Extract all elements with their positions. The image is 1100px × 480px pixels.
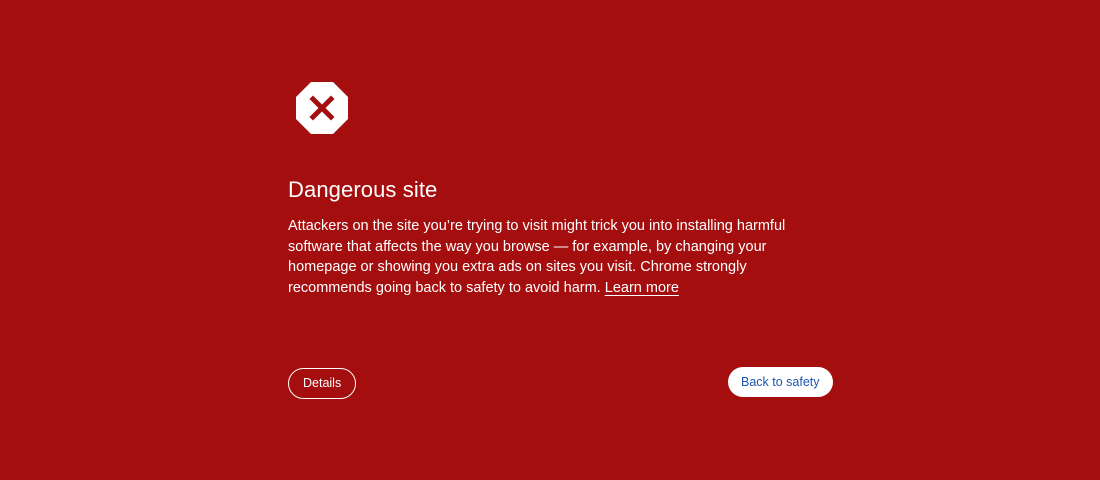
details-button[interactable]: Details <box>288 368 357 399</box>
learn-more-link[interactable]: Learn more <box>605 280 679 296</box>
warning-description-text: Attackers on the site you’re trying to v… <box>288 218 786 296</box>
interstitial-content: Dangerous site Attackers on the site you… <box>288 82 828 298</box>
dangerous-site-icon <box>296 82 348 134</box>
warning-description: Attackers on the site you’re trying to v… <box>288 216 818 298</box>
page-title: Dangerous site <box>288 177 438 202</box>
back-to-safety-button[interactable]: Back to safety <box>728 367 833 397</box>
